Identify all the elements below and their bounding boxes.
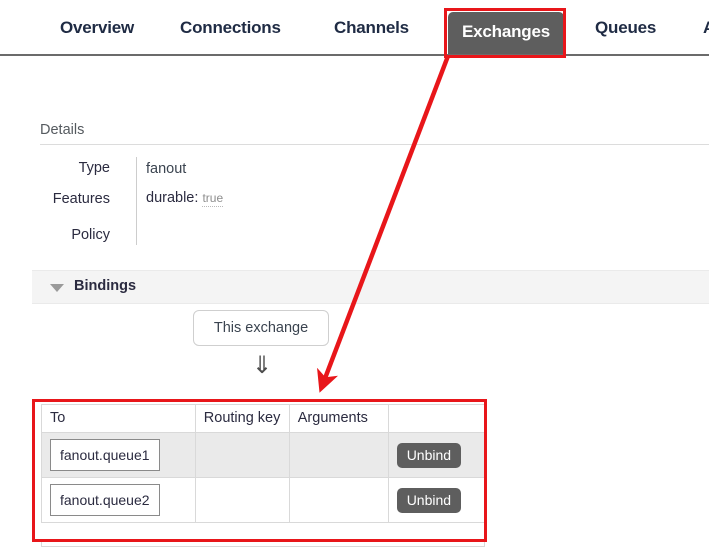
column-header-actions — [387, 404, 486, 433]
this-exchange-node: This exchange — [193, 310, 329, 346]
feature-value-durable: true — [202, 191, 224, 207]
nav-tab-admin[interactable]: A — [703, 18, 709, 38]
binding-action-cell: Unbind — [387, 432, 486, 478]
details-divider — [40, 144, 709, 145]
details-key-value-divider — [136, 157, 137, 245]
detail-label-features: Features — [52, 191, 110, 207]
triangle-down-icon[interactable] — [50, 284, 64, 292]
table-row: fanout.queue2 Unbind — [41, 477, 486, 523]
binding-action-cell: Unbind — [387, 477, 486, 523]
column-header-to: To — [41, 404, 196, 433]
bindings-section-title: Bindings — [74, 278, 137, 294]
unbind-button[interactable]: Unbind — [396, 442, 462, 468]
queue-link-fanout-queue2[interactable]: fanout.queue2 — [50, 484, 160, 516]
queue-link-fanout-queue1[interactable]: fanout.queue1 — [50, 439, 160, 471]
details-section-heading: Details — [40, 122, 85, 138]
nav-tab-overview[interactable]: Overview — [60, 18, 134, 38]
bindings-section-header[interactable]: Bindings — [32, 270, 709, 304]
detail-label-policy: Policy — [71, 227, 110, 243]
unbind-button[interactable]: Unbind — [396, 487, 462, 513]
binding-routing-key-cell — [194, 477, 290, 523]
binding-to-cell: fanout.queue2 — [41, 477, 196, 523]
binding-routing-key-cell — [194, 432, 290, 478]
nav-tab-channels[interactable]: Channels — [334, 18, 409, 38]
feature-name-durable: durable: — [146, 190, 199, 206]
flow-down-arrow-icon: ⇓ — [251, 352, 273, 379]
binding-arguments-cell — [288, 477, 389, 523]
column-header-routing-key: Routing key — [194, 404, 290, 433]
detail-label-type: Type — [78, 160, 110, 176]
table-header-row: To Routing key Arguments — [41, 404, 486, 433]
detail-value-features: durable: true — [146, 190, 224, 207]
binding-arguments-cell — [288, 432, 389, 478]
bindings-table: To Routing key Arguments fanout.queue1 U… — [41, 404, 486, 523]
table-row: fanout.queue1 Unbind — [41, 432, 486, 478]
chart-axis-remnant: 0.0/s 13:31:5013:32:0013:32:1013:32:2013… — [0, 46, 709, 86]
detail-value-type: fanout — [146, 161, 187, 177]
binding-to-cell: fanout.queue1 — [41, 432, 196, 478]
nav-tab-connections[interactable]: Connections — [180, 18, 281, 38]
bindings-table-overflow-edge — [41, 541, 485, 547]
nav-tab-queues[interactable]: Queues — [595, 18, 656, 38]
column-header-arguments: Arguments — [288, 404, 389, 433]
